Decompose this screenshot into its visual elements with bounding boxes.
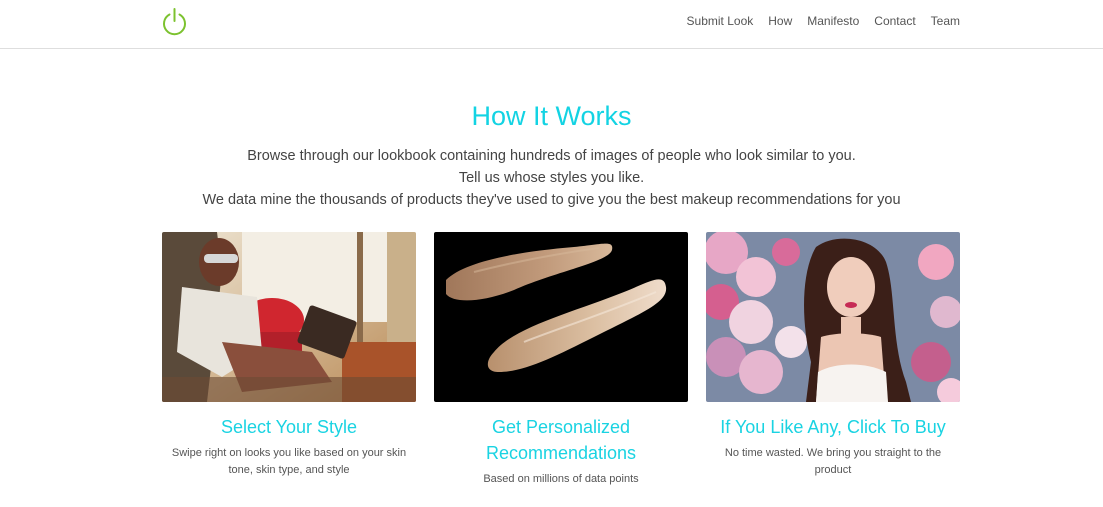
card-description: Based on millions of data points	[483, 473, 639, 485]
navbar: Submit Look How Manifesto Contact Team	[0, 0, 1103, 49]
intro-line: We data mine the thousands of products t…	[202, 192, 901, 208]
nav-link-contact[interactable]: Contact	[874, 14, 915, 28]
card-description: Swipe right on looks you like based on y…	[171, 447, 407, 476]
section-title: How It Works	[471, 101, 632, 131]
card-heading: Select Your Style	[220, 417, 358, 437]
card-description: No time wasted. We bring you straight to…	[724, 447, 942, 476]
card-heading: Get Personalized Recommendations	[485, 417, 637, 463]
intro-line: Tell us whose styles you like.	[458, 170, 645, 186]
main-nav: Submit Look How Manifesto Contact Team	[672, 14, 960, 28]
nav-link-team[interactable]: Team	[931, 14, 960, 28]
nav-link-submit-look[interactable]: Submit Look	[687, 14, 754, 28]
section-intro: Browse through our lookbook containing h…	[0, 145, 1103, 211]
foundation-swatch-image	[434, 232, 688, 402]
feature-card-recommendations: Get Personalized Recommendations Based o…	[434, 232, 688, 488]
woman-with-flowers-image	[706, 232, 960, 402]
intro-line: Browse through our lookbook containing h…	[247, 148, 856, 164]
nav-link-manifesto[interactable]: Manifesto	[807, 14, 859, 28]
feature-card-select-style: Select Your Style Swipe right on looks y…	[162, 232, 416, 479]
nav-link-how[interactable]: How	[768, 14, 792, 28]
feature-card-click-to-buy: If You Like Any, Click To Buy No time wa…	[706, 232, 960, 479]
power-icon[interactable]	[161, 7, 188, 37]
woman-with-tablet-image	[162, 232, 416, 402]
card-heading: If You Like Any, Click To Buy	[720, 417, 946, 437]
